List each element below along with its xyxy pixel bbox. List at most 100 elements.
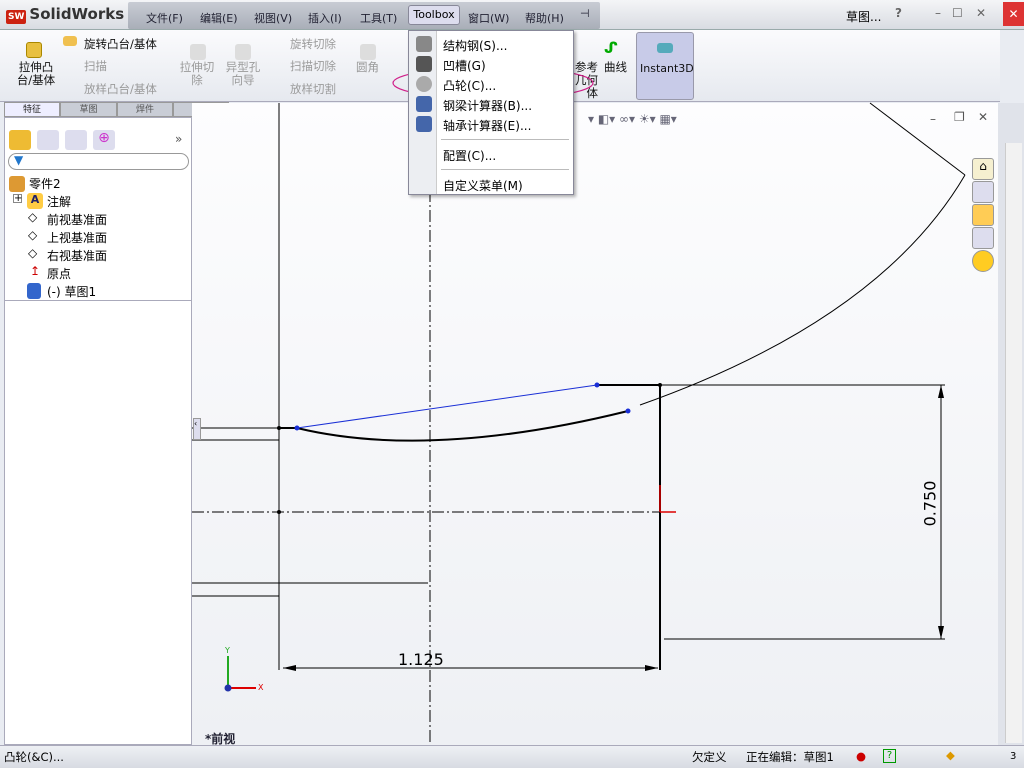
bearing-calculator-icon	[416, 116, 432, 132]
sketch-icon	[27, 283, 41, 299]
tree-item-front-plane[interactable]: 前视基准面	[47, 211, 107, 228]
hole-wizard-button[interactable]: 异型孔向导	[222, 61, 264, 87]
instant3d-icon	[657, 43, 673, 53]
fillet-button[interactable]: 圆角	[356, 61, 379, 74]
extrude-cut-button[interactable]: 拉伸切除	[176, 61, 218, 87]
cam-icon	[416, 76, 432, 92]
appearances-icon[interactable]	[972, 250, 994, 272]
beam-calculator-icon	[416, 96, 432, 112]
status-bar: 凸轮(&C)... 欠定义 正在编辑：草图1 ● ? ◆ 3	[0, 745, 1024, 768]
triad-y-label: Y	[225, 646, 230, 655]
revolve-boss-icon	[63, 36, 77, 46]
part-icon	[9, 176, 25, 192]
configuration-manager-tab-icon[interactable]	[65, 130, 87, 150]
viewport-close-icon[interactable]: ✕	[978, 110, 988, 124]
feature-manager-panel: ⊕ » ▼ 零件2 + A 注解 ◇ 前视基准面 ◇ 上视基准面 ◇ 右视基准面…	[4, 117, 192, 745]
menu-item-beam-calculator[interactable]: 钢梁计算器(B)...	[443, 97, 532, 114]
tree-item-right-plane[interactable]: 右视基准面	[47, 247, 107, 264]
status-message: 凸轮(&C)...	[4, 750, 64, 764]
plane-icon: ◇	[28, 246, 38, 260]
menu-separator	[441, 169, 569, 170]
help-icon[interactable]: ?	[895, 6, 902, 20]
sweep-button[interactable]: 扫描	[84, 60, 107, 73]
plane-icon: ◇	[28, 210, 38, 224]
filter-icon: ▼	[14, 153, 24, 167]
vertical-scrollbar[interactable]	[1005, 143, 1022, 743]
dimxpert-tab-icon[interactable]: ⊕	[93, 130, 115, 150]
heads-up-view-toolbar[interactable]: ▾ ◧▾ ∞▾ ☀▾ ▦▾	[588, 112, 677, 126]
menu-item-grooves[interactable]: 凹槽(G)	[443, 57, 486, 74]
plane-icon: ◇	[28, 228, 38, 242]
menu-item-customize-menu[interactable]: 自定义菜单(M)	[443, 177, 523, 194]
tab-features[interactable]: 特征	[4, 102, 60, 117]
revolve-cut-button[interactable]: 旋转切除	[290, 38, 336, 51]
title-bar: SW SolidWorks 文件(F) 编辑(E) 视图(V) 插入(I) 工具(…	[0, 0, 1024, 30]
extrude-boss-button[interactable]: 拉伸凸台/基体	[14, 61, 58, 87]
rebuild-indicator-icon[interactable]: ●	[856, 749, 866, 763]
tree-root-part[interactable]: 零件2	[29, 175, 61, 192]
menu-file[interactable]: 文件(F)	[146, 10, 183, 26]
page-number: 3	[1010, 751, 1017, 762]
solidworks-logo: SW SolidWorks	[6, 5, 125, 24]
editing-status: 正在编辑：草图1	[746, 750, 834, 764]
toolbox-dropdown-menu: 结构钢(S)... 凹槽(G) 凸轮(C)... 钢梁计算器(B)... 轴承计…	[408, 30, 574, 195]
menu-insert[interactable]: 插入(I)	[308, 10, 342, 26]
sketch-state: 欠定义	[692, 750, 727, 764]
close-icon[interactable]: ✕	[976, 6, 986, 20]
feature-manager-tab-icon[interactable]	[9, 130, 31, 150]
home-icon[interactable]: ⌂	[972, 158, 994, 180]
fillet-icon	[360, 44, 376, 60]
property-manager-tab-icon[interactable]	[37, 130, 59, 150]
outer-close-icon[interactable]: ✕	[1003, 2, 1024, 26]
sweep-cut-button[interactable]: 扫描切除	[290, 60, 336, 73]
instant3d-button[interactable]: Instant3D	[636, 32, 694, 100]
annotations-icon: A	[27, 193, 43, 209]
menu-help[interactable]: 帮助(H)	[525, 10, 564, 26]
hole-wizard-icon	[235, 44, 251, 60]
menu-item-configure[interactable]: 配置(C)...	[443, 147, 496, 164]
menu-window[interactable]: 窗口(W)	[468, 10, 509, 26]
tree-item-annotations[interactable]: 注解	[47, 193, 71, 210]
viewport-restore-icon[interactable]: ❐	[954, 110, 965, 124]
pin-icon[interactable]: ⊣	[580, 7, 590, 20]
loft-button[interactable]: 放样凸台/基体	[84, 83, 157, 96]
tree-item-origin[interactable]: 原点	[47, 265, 71, 282]
tree-item-top-plane[interactable]: 上视基准面	[47, 229, 107, 246]
grooves-icon	[416, 56, 432, 72]
menu-toolbox[interactable]: Toolbox	[408, 5, 460, 25]
view-palette-icon[interactable]	[972, 227, 994, 249]
vertical-dimension[interactable]: 0.750	[920, 481, 939, 527]
menu-item-cam[interactable]: 凸轮(C)...	[443, 77, 496, 94]
maximize-icon[interactable]: ☐	[952, 6, 963, 20]
panel-collapse-handle[interactable]: ‹	[193, 418, 201, 440]
graphics-area[interactable]: – ❐ ✕ ▾ ◧▾ ∞▾ ☀▾ ▦▾ *前视	[192, 103, 998, 746]
triad-x-label: X	[258, 683, 264, 692]
more-tabs-button[interactable]: »	[175, 132, 182, 146]
extrude-boss-icon	[26, 42, 42, 58]
expand-icon[interactable]: +	[13, 194, 22, 204]
loft-cut-button[interactable]: 放样切割	[290, 83, 336, 96]
tab-weldments[interactable]: 焊件	[117, 102, 173, 117]
tree-item-sketch1[interactable]: (-) 草图1	[47, 283, 96, 300]
menu-separator	[441, 139, 569, 140]
help-icon[interactable]: ?	[883, 749, 896, 763]
revolve-boss-button[interactable]: 旋转凸台/基体	[84, 38, 157, 51]
document-title: 草图...	[846, 10, 882, 24]
design-library-icon[interactable]	[972, 181, 994, 203]
filter-input[interactable]: ▼	[8, 153, 189, 170]
minimize-icon[interactable]: –	[935, 6, 941, 20]
menu-view[interactable]: 视图(V)	[254, 10, 292, 26]
curves-button[interactable]: 曲线	[604, 61, 627, 74]
tag-icon[interactable]: ◆	[946, 748, 955, 762]
horizontal-dimension[interactable]: 1.125	[398, 650, 444, 669]
file-explorer-icon[interactable]	[972, 204, 994, 226]
menu-item-bearing-calculator[interactable]: 轴承计算器(E)...	[443, 117, 531, 134]
viewport-minimize-icon[interactable]: –	[930, 112, 936, 126]
structural-steel-icon	[416, 36, 432, 52]
curves-icon: ᔑ	[604, 39, 618, 57]
menu-item-structural-steel[interactable]: 结构钢(S)...	[443, 37, 507, 54]
menu-edit[interactable]: 编辑(E)	[200, 10, 238, 26]
reference-geometry-button[interactable]: 参考几何体	[574, 61, 598, 100]
menu-tools[interactable]: 工具(T)	[360, 10, 397, 26]
tab-sketch[interactable]: 草图	[60, 102, 117, 117]
